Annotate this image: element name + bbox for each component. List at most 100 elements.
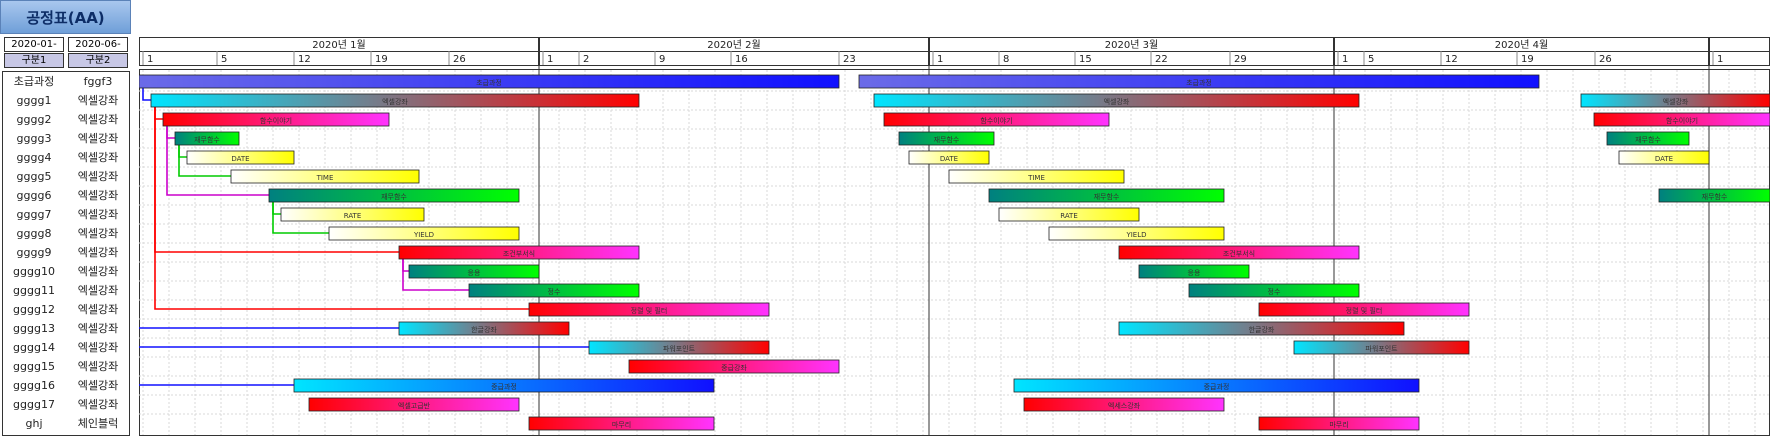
gantt-bar-label: RATE bbox=[1060, 212, 1078, 220]
day-header bbox=[539, 51, 929, 66]
day-label: 1 bbox=[1717, 54, 1723, 65]
month-label: 2020년 4월 bbox=[1495, 39, 1548, 51]
row-label-col2: 엑셀강좌 bbox=[77, 170, 119, 183]
month-label: 2020년 3월 bbox=[1105, 39, 1158, 51]
row-label-panel: 초급과정 fggf3 gggg1 엑셀강좌 gggg2 엑셀강좌 gggg3 엑셀강좌 gggg… bbox=[2, 71, 130, 436]
day-label: 22 bbox=[1155, 54, 1168, 65]
row-label: gggg13 엑셀강좌 bbox=[3, 319, 129, 338]
gantt-bar-label: 정렬 및 필터 bbox=[631, 306, 668, 315]
row-label-col1: 초급과정 bbox=[13, 75, 55, 88]
row-label-col2: 엑셀강좌 bbox=[77, 398, 119, 411]
row-label-col2: 엑셀강좌 bbox=[77, 341, 119, 354]
row-label: 초급과정 fggf3 bbox=[3, 72, 129, 91]
row-label-col2: 엑셀강좌 bbox=[77, 189, 119, 202]
gantt-bar-label: 재무함수 bbox=[1094, 192, 1120, 201]
day-label: 12 bbox=[1445, 54, 1458, 65]
gantt-bar-label: YIELD bbox=[1125, 231, 1146, 239]
gantt-bar-label: 재무함수 bbox=[1702, 192, 1728, 201]
day-label: 1 bbox=[547, 54, 553, 65]
gantt-bar-label: 조건부서식 bbox=[1223, 249, 1255, 258]
row-label-col2: 체인블럭 bbox=[77, 417, 119, 430]
row-label-col2: 엑셀강좌 bbox=[77, 303, 119, 316]
month-header bbox=[1709, 37, 1770, 52]
gantt-bar-label: 재무함수 bbox=[381, 192, 407, 201]
day-header bbox=[929, 51, 1334, 66]
row-label: gggg11 엑셀강좌 bbox=[3, 281, 129, 300]
row-label: gggg16 엑셀강좌 bbox=[3, 376, 129, 395]
row-label: gggg6 엑셀강좌 bbox=[3, 186, 129, 205]
gantt-bar-label: 응용 bbox=[1188, 269, 1201, 277]
row-label-col2: fggf3 bbox=[83, 75, 113, 88]
gantt-bar-label: 함수이야기 bbox=[260, 116, 292, 125]
day-label: 23 bbox=[843, 54, 856, 65]
gantt-bar-label: TIME bbox=[1027, 174, 1045, 182]
row-label: gggg5 엑셀강좌 bbox=[3, 167, 129, 186]
gantt-bar-label: 엑셀고급반 bbox=[398, 401, 431, 410]
row-label-col1: gggg16 bbox=[13, 379, 55, 392]
row-label: gggg12 엑셀강좌 bbox=[3, 300, 129, 319]
gantt-bar-label: 재무함수 bbox=[934, 135, 960, 144]
gantt-bar-label: 중급강좌 bbox=[721, 363, 747, 372]
gantt-bar-label: 중급과정 bbox=[491, 382, 517, 391]
gantt-bar-label: 정렬 및 필터 bbox=[1346, 306, 1383, 315]
column-header-2: 구분2 bbox=[68, 53, 128, 68]
row-label: gggg1 엑셀강좌 bbox=[3, 91, 129, 110]
day-label: 8 bbox=[1003, 54, 1009, 65]
gantt-bar-label: 파워포인트 bbox=[1365, 344, 1398, 353]
day-label: 5 bbox=[221, 54, 227, 65]
gantt-bar-label: 중급과정 bbox=[1204, 382, 1230, 391]
day-label: 1 bbox=[937, 54, 943, 65]
gantt-bar-label: 재무함수 bbox=[1635, 135, 1661, 144]
day-label: 16 bbox=[735, 54, 748, 65]
gantt-bar-label: 엑세스강좌 bbox=[1108, 401, 1141, 410]
day-label: 2 bbox=[583, 54, 589, 65]
row-label: gggg10 엑셀강좌 bbox=[3, 262, 129, 281]
row-label-col2: 엑셀강좌 bbox=[77, 322, 119, 335]
row-label-col2: 엑셀강좌 bbox=[77, 246, 119, 259]
row-label-col2: 엑셀강좌 bbox=[77, 265, 119, 278]
end-date-field[interactable]: 2020-06-13 bbox=[68, 37, 128, 63]
row-label: gggg8 엑셀강좌 bbox=[3, 224, 129, 243]
row-label-col1: ghj bbox=[25, 417, 43, 430]
row-label-col1: gggg12 bbox=[13, 303, 55, 316]
day-label: 26 bbox=[1599, 54, 1612, 65]
row-label-col1: gggg15 bbox=[13, 360, 55, 373]
row-label-col2: 엑셀강좌 bbox=[77, 208, 119, 221]
row-label-col1: gggg8 bbox=[16, 227, 52, 240]
row-label: gggg3 엑셀강좌 bbox=[3, 129, 129, 148]
row-label-col1: gggg4 bbox=[16, 151, 52, 164]
row-label-col2: 엑셀강좌 bbox=[77, 113, 119, 126]
row-label-col2: 엑셀강좌 bbox=[77, 360, 119, 373]
gantt-bar-label: 엑셀강좌 bbox=[1663, 97, 1689, 106]
gantt-bar-label: 엑셀강좌 bbox=[1104, 97, 1130, 106]
row-label: gggg2 엑셀강좌 bbox=[3, 110, 129, 129]
day-header bbox=[139, 51, 539, 66]
gantt-bar-label: YIELD bbox=[413, 231, 434, 239]
day-label: 26 bbox=[453, 54, 466, 65]
row-label: gggg14 엑셀강좌 bbox=[3, 338, 129, 357]
row-label-col1: gggg9 bbox=[16, 246, 52, 259]
row-label: gggg17 엑셀강좌 bbox=[3, 395, 129, 414]
row-label-col2: 엑셀강좌 bbox=[77, 132, 119, 145]
gantt-bar-label: 정수 bbox=[1268, 287, 1281, 296]
row-label: gggg7 엑셀강좌 bbox=[3, 205, 129, 224]
row-label-col1: gggg14 bbox=[13, 341, 55, 354]
row-label-col1: gggg3 bbox=[16, 132, 52, 145]
row-label-col2: 엑셀강좌 bbox=[77, 151, 119, 164]
start-date-field[interactable]: 2020-01-01 bbox=[4, 37, 64, 63]
gantt-bar-label: 재무함수 bbox=[194, 135, 220, 144]
row-label-col1: gggg1 bbox=[16, 94, 52, 107]
row-label-col2: 엑셀강좌 bbox=[77, 284, 119, 297]
day-label: 5 bbox=[1368, 54, 1374, 65]
gantt-bar-label: 초급과정 bbox=[476, 78, 502, 87]
gantt-bar-label: 마무리 bbox=[1329, 420, 1348, 429]
row-label-col1: gggg17 bbox=[13, 398, 55, 411]
gantt-chart: 2020년 1월 2020년 2월 2020년 3월 2020년 4월1 5 12 19 26… bbox=[139, 37, 1770, 436]
gantt-bar-label: 함수이야기 bbox=[980, 116, 1012, 125]
day-label: 12 bbox=[298, 54, 311, 65]
row-label-col2: 엑셀강좌 bbox=[77, 94, 119, 107]
gantt-bar-label: 마무리 bbox=[612, 420, 631, 429]
row-label: gggg15 엑셀강좌 bbox=[3, 357, 129, 376]
day-label: 29 bbox=[1234, 54, 1247, 65]
row-label-col1: gggg10 bbox=[13, 265, 55, 278]
